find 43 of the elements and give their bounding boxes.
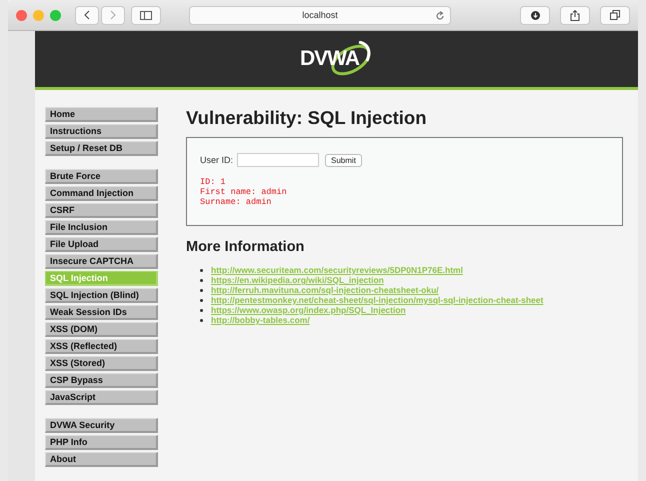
tabs-icon[interactable] xyxy=(610,10,620,20)
bullet-icon xyxy=(200,288,203,292)
menu-item[interactable]: SQL Injection (Blind) xyxy=(45,288,158,303)
share-button[interactable] xyxy=(560,6,590,24)
menu-item[interactable]: CSP Bypass xyxy=(45,373,158,388)
page-title: Vulnerability: SQL Injection xyxy=(186,107,428,129)
menu-item[interactable]: XSS (DOM) xyxy=(45,322,158,337)
back-icon[interactable] xyxy=(84,10,90,20)
bullet-icon xyxy=(200,318,203,322)
sidebar-icon[interactable] xyxy=(140,10,152,20)
share-icon[interactable] xyxy=(570,10,580,20)
menu-item[interactable]: XSS (Stored) xyxy=(45,356,158,371)
bullet-icon xyxy=(200,298,203,302)
query-result: ID: 1 First name: admin Surname: admin xyxy=(200,177,288,207)
back-button[interactable] xyxy=(75,6,99,24)
reload-icon[interactable] xyxy=(435,10,445,20)
bullet-icon xyxy=(200,278,203,282)
menu-item[interactable]: File Inclusion xyxy=(45,220,158,235)
menu-item[interactable]: Weak Session IDs xyxy=(45,305,158,320)
menu-item[interactable]: Brute Force xyxy=(45,169,158,184)
bullet-icon xyxy=(200,308,203,312)
sidebar-button[interactable] xyxy=(131,6,161,24)
tabs-button[interactable] xyxy=(600,6,630,24)
field-label: User ID: xyxy=(200,155,234,165)
menu-item[interactable]: File Upload xyxy=(45,237,158,252)
download-icon[interactable] xyxy=(530,10,540,20)
address-field[interactable]: localhost xyxy=(189,6,451,24)
section-heading: More Information xyxy=(186,239,306,255)
menu-item[interactable]: DVWA Security xyxy=(45,418,158,433)
bullet-icon xyxy=(200,268,203,272)
menu-item[interactable]: JavaScript xyxy=(45,390,158,405)
download-button[interactable] xyxy=(520,6,550,24)
menu-item[interactable]: PHP Info xyxy=(45,435,158,450)
menu-item[interactable]: CSRF xyxy=(45,203,158,218)
menu-item[interactable]: Insecure CAPTCHA xyxy=(45,254,158,269)
menu-item[interactable]: Instructions xyxy=(45,124,158,139)
menu-item[interactable]: Home xyxy=(45,107,158,122)
user-id-field[interactable] xyxy=(237,153,320,167)
menu-item[interactable]: Setup / Reset DB xyxy=(45,141,158,156)
menu-item[interactable]: About xyxy=(45,452,158,467)
menu-item[interactable]: XSS (Reflected) xyxy=(45,339,158,354)
menu-item[interactable]: Command Injection xyxy=(45,186,158,201)
submit-button[interactable]: Submit xyxy=(325,154,362,166)
